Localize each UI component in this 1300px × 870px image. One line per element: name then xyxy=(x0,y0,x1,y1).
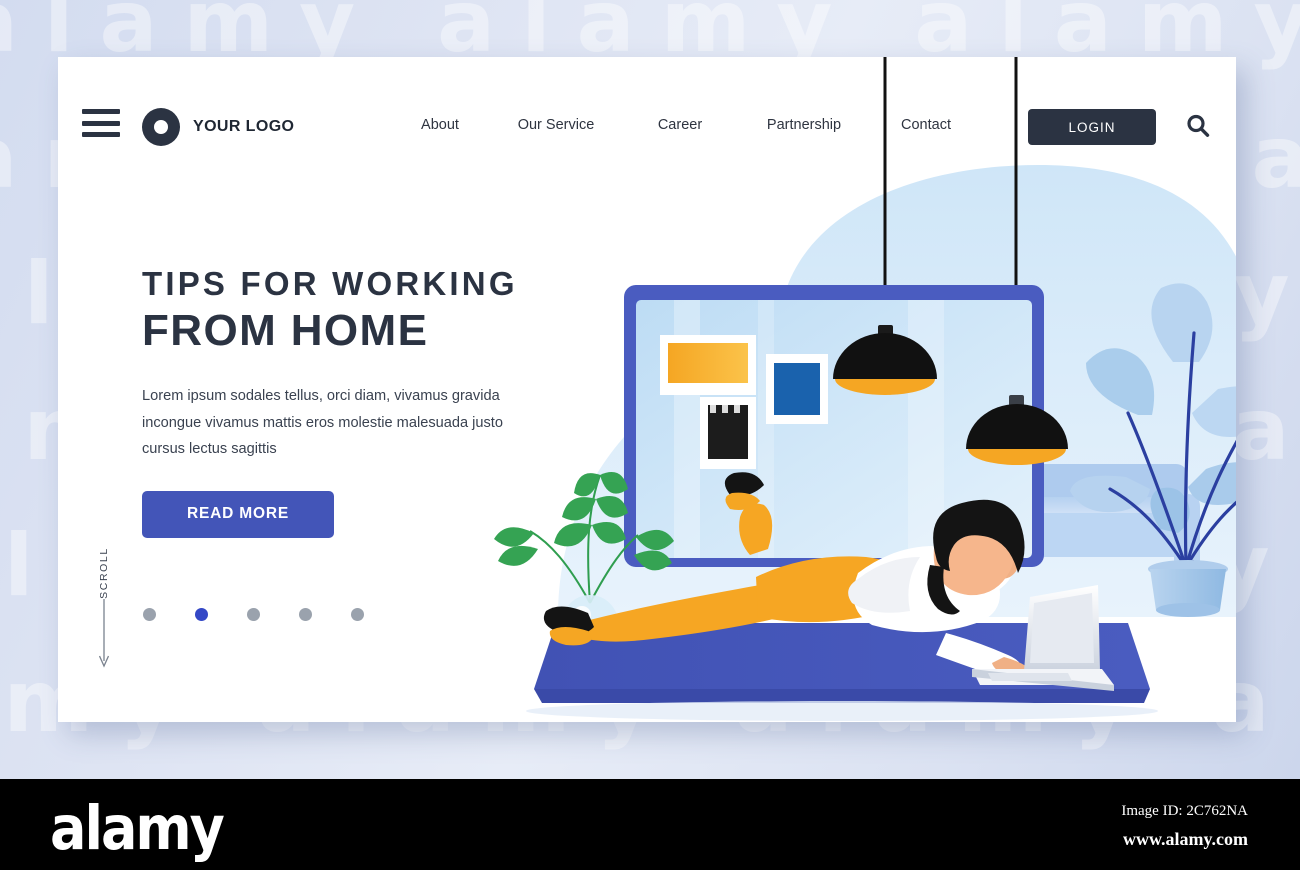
framed-picture-blue xyxy=(766,354,828,424)
image-id-label: Image ID: 2C762NA xyxy=(1121,803,1248,819)
landing-page-card: YOUR LOGO About Our Service Career Partn… xyxy=(58,57,1236,722)
alamy-footer-bar: alamy Image ID: 2C762NA www.alamy.com xyxy=(0,779,1300,870)
hamburger-menu-icon[interactable] xyxy=(82,109,120,137)
carousel-dot-3[interactable] xyxy=(247,608,260,621)
read-more-button[interactable]: READ MORE xyxy=(142,490,334,538)
alamy-logo: alamy xyxy=(50,793,225,864)
alamy-metadata: Image ID: 2C762NA www.alamy.com xyxy=(1121,803,1248,850)
framed-picture-black xyxy=(700,397,756,469)
brand-name: YOUR LOGO xyxy=(193,118,295,135)
brand-logo[interactable]: YOUR LOGO xyxy=(142,108,294,146)
carousel-dot-2[interactable] xyxy=(195,608,208,621)
scroll-label: SCROLL xyxy=(98,547,110,599)
carousel-dot-1[interactable] xyxy=(143,608,156,621)
carousel-dots xyxy=(143,608,364,621)
scroll-down-arrow-icon xyxy=(99,599,109,668)
scroll-indicator[interactable]: SCROLL xyxy=(90,547,116,677)
framed-picture-orange xyxy=(660,335,756,395)
carousel-dot-4[interactable] xyxy=(299,608,312,621)
alamy-url: www.alamy.com xyxy=(1123,829,1248,849)
carousel-dot-5[interactable] xyxy=(351,608,364,621)
woman-working-from-home-illustration xyxy=(438,57,1236,722)
circle-ring-logo-icon xyxy=(142,108,180,146)
